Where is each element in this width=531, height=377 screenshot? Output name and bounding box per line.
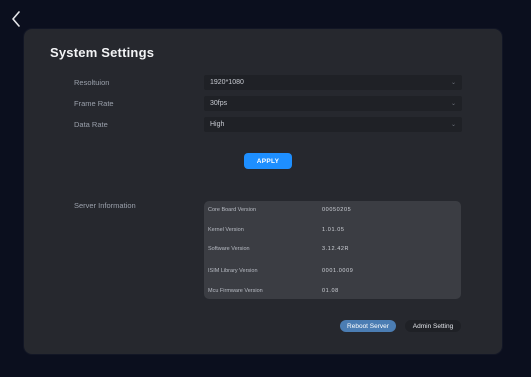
info-row: ISIM Library Version 0001.0009 [204,268,461,280]
server-info-box: Core Board Version 00050205 Kernel Versi… [204,201,461,299]
info-key: ISIM Library Version [208,268,258,274]
chevron-down-icon: ⌄ [450,122,456,128]
frame-rate-label: Frame Rate [74,99,114,108]
chevron-down-icon: ⌄ [450,101,456,107]
info-row: Software Version 3.12.42R [204,246,461,258]
server-information-label: Server Information [74,201,136,210]
info-value: 00050205 [322,207,352,213]
info-row: Core Board Version 00050205 [204,207,461,219]
data-rate-value: High [210,121,225,128]
data-rate-select[interactable]: High ⌄ [204,117,462,132]
apply-button[interactable]: APPLY [244,153,292,169]
settings-panel: System Settings Resoltuion 1920*1080 ⌄ F… [24,29,502,354]
admin-setting-button[interactable]: Admin Setting [405,320,461,332]
info-value: 0001.0009 [322,268,354,274]
info-row: Mcu Firmware Version 01.08 [204,288,461,300]
resolution-value: 1920*1080 [210,79,244,86]
frame-rate-select[interactable]: 30fps ⌄ [204,96,462,111]
info-value: 3.12.42R [322,246,350,252]
info-row: Kernel Version 1.01.05 [204,227,461,239]
frame-rate-value: 30fps [210,100,228,107]
info-key: Core Board Version [208,207,256,213]
info-key: Mcu Firmware Version [208,288,263,294]
info-value: 1.01.05 [322,227,345,233]
chevron-left-icon [11,11,21,27]
data-rate-label: Data Rate [74,120,108,129]
reboot-server-button[interactable]: Reboot Server [340,320,396,332]
back-button[interactable] [8,10,24,28]
resolution-select[interactable]: 1920*1080 ⌄ [204,75,462,90]
chevron-down-icon: ⌄ [450,80,456,86]
info-key: Kernel Version [208,227,244,233]
info-value: 01.08 [322,288,339,294]
resolution-label: Resoltuion [74,78,110,87]
info-key: Software Version [208,246,250,252]
page-title: System Settings [50,45,155,60]
